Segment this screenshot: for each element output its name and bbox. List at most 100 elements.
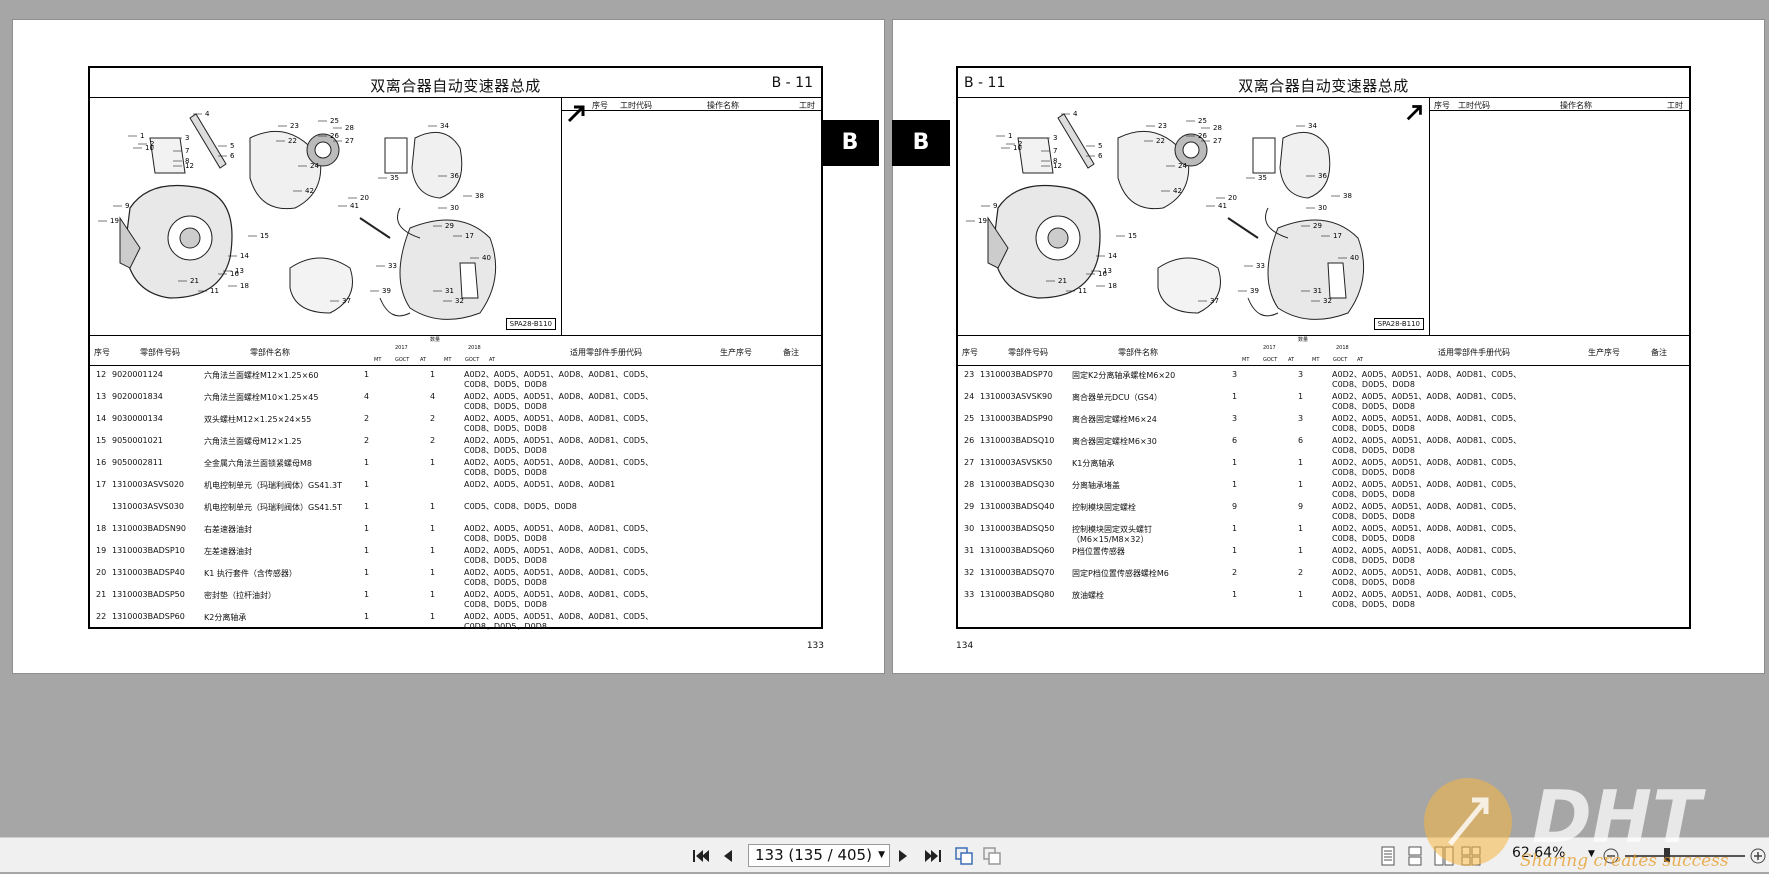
cell-name: 离合器固定螺栓M6×24	[1072, 415, 1157, 424]
callout-label: 4	[1073, 110, 1078, 118]
callout-label: 17	[465, 232, 474, 240]
callout-label: 23	[1158, 122, 1167, 130]
prev-page-icon[interactable]	[722, 848, 734, 864]
cell-qty2018: 1	[1298, 546, 1304, 555]
page-title: 双离合器自动变速器总成	[370, 77, 541, 95]
table-row: 20 1310003BADSP40 K1 执行套件（含传感器） 1 1 A0D2、A0D5…	[90, 566, 821, 588]
labor-table: 序号 工时代码 操作名称 工时	[1430, 98, 1689, 336]
zoom-slider-thumb[interactable]	[1664, 848, 1670, 862]
callout-label: 7	[185, 147, 189, 155]
bracket-part	[149, 137, 186, 174]
cell-apps: A0D2、A0D5、A0D51、A0D8、A0D81、C0D5、 C0D8、D0D…	[464, 524, 654, 543]
cell-name: 左差速器油封	[204, 547, 252, 556]
callout-label: 10	[1013, 144, 1022, 152]
cell-part: 1310003BADSQ80	[980, 590, 1055, 599]
table-row: 13 9020001834 六角法兰面螺栓M10×1.25×45 4 4 A0D2、A0D…	[90, 390, 821, 412]
cell-apps: A0D2、A0D5、A0D51、A0D8、A0D81、C0D5、 C0D8、D0D…	[1332, 502, 1522, 521]
parts-table-rows: 23 1310003BADSP70 固定K2分离轴承螺栓M6×20 3 3 A0D2、A0…	[958, 368, 1689, 610]
zoom-level[interactable]: 62.64%	[1512, 845, 1565, 861]
callout-label: 37	[1210, 297, 1219, 305]
cell-qty2017: 9	[1232, 502, 1238, 511]
callout-label: 20	[360, 194, 369, 202]
callout-label: 24	[310, 162, 319, 170]
facing-continuous-icon[interactable]	[1461, 846, 1481, 866]
title-bar: 双离合器自动变速器总成 B - 11	[958, 68, 1689, 98]
parts-table-rows: 12 9020001124 六角法兰面螺栓M12×1.25×60 1 1 A0D2、A0D…	[90, 368, 821, 632]
section-tab-left: B	[821, 120, 879, 166]
cell-part: 9050002811	[112, 458, 163, 467]
cell-seq: 32	[964, 568, 975, 577]
cell-seq: 29	[964, 502, 975, 511]
cell-name: 六角法兰面螺母M12×1.25	[204, 437, 302, 446]
callout-label: 37	[342, 297, 351, 305]
callout-label: 38	[1343, 192, 1352, 200]
cell-qty2017: 1	[364, 502, 370, 511]
callout-label: 39	[1250, 287, 1259, 295]
cell-qty2018: 1	[430, 546, 436, 555]
callout-label: 36	[1318, 172, 1327, 180]
zoom-dropdown-icon[interactable]: ▼	[1588, 849, 1595, 859]
cell-qty2017: 1	[364, 524, 370, 533]
single-page-icon[interactable]	[1380, 846, 1396, 866]
cell-qty2017: 1	[1232, 480, 1238, 489]
cell-seq: 23	[964, 370, 975, 379]
labor-table: 序号 工时代码 操作名称 工时	[562, 98, 821, 336]
cell-name: 离合器单元DCU（GS4）	[1072, 393, 1162, 402]
callout-label: 5	[1098, 142, 1102, 150]
facing-icon[interactable]	[1434, 846, 1454, 866]
cell-part: 1310003BADSQ30	[980, 480, 1055, 489]
cell-seq: 28	[964, 480, 975, 489]
diagram-ref: SPA28-B110	[1373, 318, 1424, 330]
cell-qty2018: 1	[430, 590, 436, 599]
zoom-slider[interactable]	[1625, 855, 1745, 857]
cell-apps: A0D2、A0D5、A0D51、A0D8、A0D81、C0D5、 C0D8、D0D…	[1332, 436, 1522, 455]
lever-part	[1057, 113, 1095, 169]
callout-label: 41	[350, 202, 359, 210]
prod-header: 生产序号	[720, 348, 752, 357]
exploded-parts-diagram: 1 2 3 4 5 6 7 8 9 10 11 12 13 14 15 16 17 18 19 20 21 22 23 24 2…	[958, 98, 1430, 336]
callout-label: 6	[230, 152, 235, 160]
cell-part: 1310003BADSQ10	[980, 436, 1055, 445]
callout-label: 35	[1258, 174, 1267, 182]
navigation-toolbar: 133 (135 / 405) ▼ 62.64% ▼	[0, 837, 1769, 872]
page-134: 双离合器自动变速器总成 B - 11 1 2 3 4 5 6 7 8 9 10 11 12 13 14 15…	[892, 19, 1765, 674]
continuous-icon[interactable]	[1407, 846, 1423, 866]
callout-label: 11	[1078, 287, 1087, 295]
cell-qty2017: 1	[364, 546, 370, 555]
page-number-input[interactable]: 133 (135 / 405) ▼	[748, 844, 890, 867]
callout-label: 33	[1256, 262, 1265, 270]
cell-qty2018: 6	[1298, 436, 1304, 445]
fit-width-icon[interactable]	[982, 846, 1002, 866]
cell-part: 1310003BADSN90	[112, 524, 186, 533]
callout-label: 14	[1108, 252, 1117, 260]
cell-apps: A0D2、A0D5、A0D51、A0D8、A0D81、C0D5、 C0D8、D0D…	[464, 612, 654, 631]
cell-seq: 25	[964, 414, 975, 423]
zoom-out-icon[interactable]	[1602, 847, 1620, 865]
first-page-icon[interactable]	[692, 848, 710, 864]
cell-part: 1310003BADSP70	[980, 370, 1053, 379]
callout-label: 29	[445, 222, 454, 230]
cell-qty2018: 1	[430, 502, 436, 511]
module-part	[1279, 131, 1331, 199]
cell-qty2018: 3	[1298, 414, 1304, 423]
part-name-header: 零部件名称	[1118, 348, 1158, 357]
next-page-icon[interactable]	[897, 848, 909, 864]
fit-page-icon[interactable]	[954, 846, 974, 866]
table-row: 25 1310003BADSP90 离合器固定螺栓M6×24 3 3 A0D2、A0D5、…	[958, 412, 1689, 434]
callout-label: 11	[210, 287, 219, 295]
labor-table-header: 序号 工时代码 操作名称 工时	[1430, 98, 1689, 111]
mt2-header: MT	[1312, 357, 1320, 363]
cell-apps: A0D2、A0D5、A0D51、A0D8、A0D81、C0D5、 C0D8、D0D…	[1332, 568, 1522, 587]
cell-apps: A0D2、A0D5、A0D51、A0D8、A0D81、C0D5、 C0D8、D0D…	[464, 392, 654, 411]
callout-label: 32	[1323, 297, 1332, 305]
zoom-in-icon[interactable]	[1749, 847, 1767, 865]
cell-seq: 24	[964, 392, 975, 401]
cell-seq: 19	[96, 546, 107, 555]
table-row: 26 1310003BADSQ10 离合器固定螺栓M6×30 6 6 A0D2、A0D5、…	[958, 434, 1689, 456]
cell-apps: A0D2、A0D5、A0D51、A0D8、A0D81、C0D5、 C0D8、D0D…	[1332, 370, 1522, 389]
cell-qty2018: 1	[430, 568, 436, 577]
last-page-icon[interactable]	[924, 848, 942, 864]
dropdown-icon[interactable]: ▼	[878, 845, 885, 866]
document-viewer[interactable]: 双离合器自动变速器总成 B - 11 1 2 3 4 5 6 7 8 9 10 11 12 13 14 15…	[0, 0, 1769, 837]
callout-label: 38	[475, 192, 484, 200]
